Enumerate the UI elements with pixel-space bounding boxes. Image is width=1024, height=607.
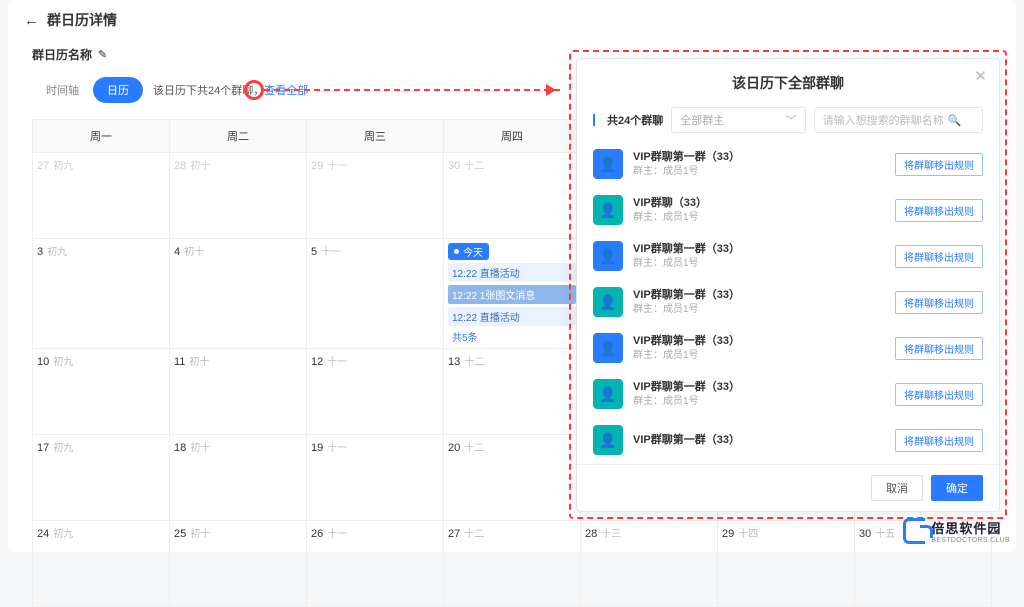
close-icon[interactable]: ✕ <box>974 67 987 85</box>
group-owner: 群主：成员1号 <box>633 349 895 362</box>
search-icon: 🔍 <box>948 114 962 127</box>
toggle-timeline[interactable]: 时间轴 <box>32 77 93 103</box>
edit-icon[interactable]: ✎ <box>98 48 107 61</box>
group-list-modal: ✕ 该日历下全部群聊 共24个群聊 全部群主 ﹀ 请输入想搜索的群聊名称 🔍 👤… <box>576 58 1000 512</box>
page-header: ← 群日历详情 <box>8 0 1016 40</box>
calendar-event[interactable]: 12:22 1张图文消息 <box>448 285 576 304</box>
group-avatar-icon: 👤 <box>593 425 623 455</box>
group-owner: 群主：成员1号 <box>633 303 895 316</box>
weekday-header: 周四 <box>444 120 581 153</box>
group-row: 👤 VIP群聊第一群（33）群主：成员1号将群聊移出规则 <box>593 233 983 279</box>
group-owner: 群主：成员1号 <box>633 165 895 178</box>
group-owner: 群主：成员1号 <box>633 395 895 408</box>
calendar-cell[interactable]: 4初十 <box>170 239 307 349</box>
group-row: 👤 VIP群聊（33）群主：成员1号将群聊移出规则 <box>593 187 983 233</box>
group-owner: 群主：成员1号 <box>633 257 895 270</box>
calendar-cell[interactable]: 3初九 <box>33 239 170 349</box>
group-count: 共24个群聊 <box>607 112 663 128</box>
calendar-cell[interactable]: 18初十 <box>170 435 307 521</box>
group-name: VIP群聊第一群（33） <box>633 150 895 164</box>
group-avatar-icon: 👤 <box>593 149 623 179</box>
group-name: VIP群聊第一群（33） <box>633 433 895 447</box>
remove-group-button[interactable]: 将群聊移出规则 <box>895 429 983 452</box>
group-name: VIP群聊第一群（33） <box>633 334 895 348</box>
group-avatar-icon: 👤 <box>593 287 623 317</box>
group-name: VIP群聊第一群（33） <box>633 288 895 302</box>
remove-group-button[interactable]: 将群聊移出规则 <box>895 245 983 268</box>
group-name: VIP群聊第一群（33） <box>633 242 895 256</box>
page-title: 群日历详情 <box>47 10 117 30</box>
calendar-cell[interactable]: 24初九 <box>33 521 170 607</box>
today-chip: 今天 <box>448 243 489 260</box>
chevron-down-icon: ﹀ <box>786 112 797 128</box>
remove-group-button[interactable]: 将群聊移出规则 <box>895 337 983 360</box>
remove-group-button[interactable]: 将群聊移出规则 <box>895 383 983 406</box>
group-row: 👤 VIP群聊第一群（33）将群聊移出规则 <box>593 417 983 463</box>
more-events-link[interactable]: 共5条 <box>448 329 576 344</box>
group-name: VIP群聊第一群（33） <box>633 380 895 394</box>
calendar-cell[interactable]: 10初九 <box>33 349 170 435</box>
calendar-cell[interactable]: 27十二 <box>444 521 581 607</box>
calendar-cell[interactable]: 19十一 <box>307 435 444 521</box>
group-name: VIP群聊（33） <box>633 196 895 210</box>
calendar-cell[interactable]: 17初九 <box>33 435 170 521</box>
remove-group-button[interactable]: 将群聊移出规则 <box>895 199 983 222</box>
calendar-cell[interactable]: 28十三 <box>581 521 718 607</box>
calendar-cell[interactable]: 28初十 <box>170 153 307 239</box>
weekday-header: 周三 <box>307 120 444 153</box>
group-row: 👤 VIP群聊第一群（33）群主：成员1号将群聊移出规则 <box>593 371 983 417</box>
calendar-cell[interactable]: 27初九 <box>33 153 170 239</box>
calendar-cell[interactable]: 26十一 <box>307 521 444 607</box>
group-owner: 群主：成员1号 <box>633 211 895 224</box>
search-input[interactable]: 请输入想搜索的群聊名称 🔍 <box>814 107 983 133</box>
view-toggle: 时间轴 日历 <box>32 77 143 103</box>
weekday-header: 周一 <box>33 120 170 153</box>
calendar-event[interactable]: 12:22 直播活动 <box>448 307 576 326</box>
owner-filter-select[interactable]: 全部群主 ﹀ <box>671 107 805 133</box>
group-avatar-icon: 👤 <box>593 195 623 225</box>
remove-group-button[interactable]: 将群聊移出规则 <box>895 291 983 314</box>
calendar-cell[interactable]: 5十一 <box>307 239 444 349</box>
group-summary: 该日历下共24个群聊，查看全部 <box>153 82 308 98</box>
calendar-cell[interactable]: 今天 12:22 直播活动 12:22 1张图文消息 12:22 直播活动共5条 <box>444 239 581 349</box>
back-icon[interactable]: ← <box>24 12 39 29</box>
group-list: 👤VIP群聊第一群（33）群主：成员1号将群聊移出规则👤VIP群聊（33）群主：… <box>577 141 999 464</box>
calendar-cell[interactable]: 25初十 <box>170 521 307 607</box>
watermark-logo-icon <box>903 518 925 544</box>
modal-title: 该日历下全部群聊 <box>577 59 999 99</box>
toggle-calendar[interactable]: 日历 <box>93 77 143 103</box>
calendar-cell[interactable]: 12十一 <box>307 349 444 435</box>
remove-group-button[interactable]: 将群聊移出规则 <box>895 153 983 176</box>
view-all-link[interactable]: 查看全部 <box>264 85 308 97</box>
group-row: 👤 VIP群聊第一群（33）群主：成员1号将群聊移出规则 <box>593 325 983 371</box>
group-avatar-icon: 👤 <box>593 379 623 409</box>
group-avatar-icon: 👤 <box>593 333 623 363</box>
calendar-cell[interactable]: 13十二 <box>444 349 581 435</box>
calendar-event[interactable]: 12:22 直播活动 <box>448 263 576 282</box>
confirm-button[interactable]: 确定 <box>931 475 983 501</box>
group-avatar-icon: 👤 <box>593 241 623 271</box>
weekday-header: 周二 <box>170 120 307 153</box>
cancel-button[interactable]: 取消 <box>871 475 923 501</box>
calendar-cell[interactable]: 11初十 <box>170 349 307 435</box>
calendar-cell[interactable]: 30十二 <box>444 153 581 239</box>
group-row: 👤 VIP群聊第一群（33）群主：成员1号将群聊移出规则 <box>593 141 983 187</box>
calendar-cell[interactable]: 20十二 <box>444 435 581 521</box>
group-row: 👤 VIP群聊第一群（33）群主：成员1号将群聊移出规则 <box>593 279 983 325</box>
watermark: 倍思软件园 BESTDOCTORS.CLUB <box>903 518 1010 544</box>
calendar-cell[interactable]: 29十四 <box>718 521 855 607</box>
calendar-cell[interactable]: 29十一 <box>307 153 444 239</box>
